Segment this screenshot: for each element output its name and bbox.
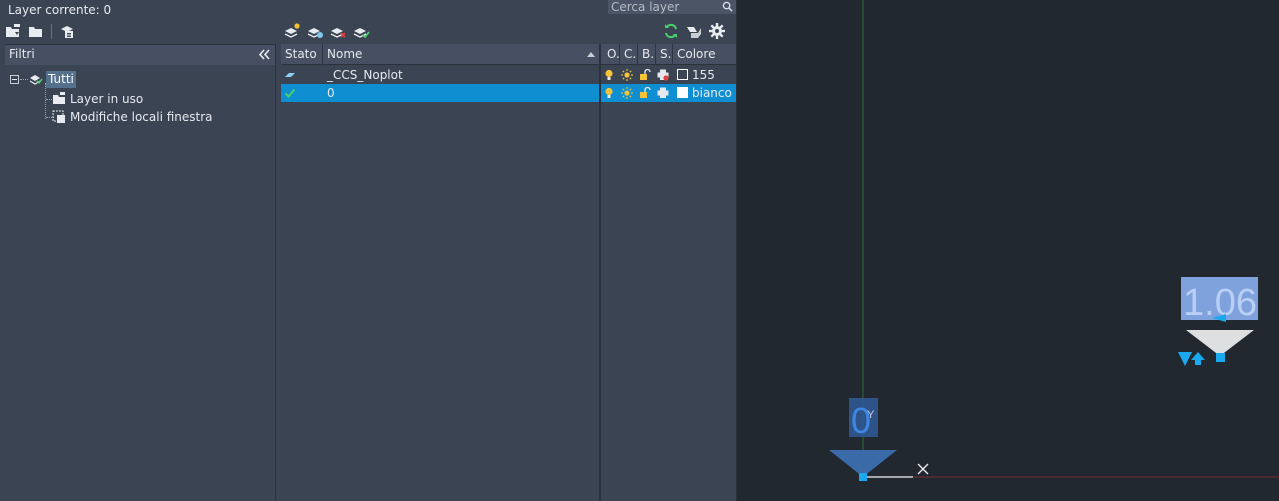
ucs-x-mark bbox=[917, 463, 929, 475]
new-group-filter-icon[interactable] bbox=[27, 22, 45, 40]
settings-gear-icon[interactable] bbox=[708, 22, 726, 40]
grid-header: Stato Nome O. C. B. S. Colore bbox=[281, 44, 736, 65]
layer-toolbar bbox=[283, 22, 373, 42]
lightbulb-on-icon[interactable] bbox=[603, 87, 615, 99]
layer-translator-icon[interactable] bbox=[685, 22, 703, 40]
layer-status-icon bbox=[285, 73, 295, 77]
tree-label: Modifiche locali finestra bbox=[70, 110, 213, 124]
marker-a-triangle bbox=[829, 450, 897, 477]
layer-name[interactable]: 0 bbox=[323, 84, 601, 102]
current-layer-check-icon bbox=[284, 88, 296, 98]
toolbar-separator bbox=[51, 24, 52, 39]
new-layer-icon[interactable] bbox=[283, 22, 301, 40]
refresh-icon[interactable] bbox=[662, 22, 680, 40]
column-nome-label: Nome bbox=[327, 47, 363, 61]
filters-title: Filtri bbox=[9, 47, 35, 61]
tree-connector bbox=[20, 79, 28, 80]
search-placeholder: Cerca layer bbox=[611, 0, 680, 14]
no-plot-printer-icon[interactable] bbox=[657, 69, 669, 81]
pane-splitter[interactable] bbox=[599, 44, 601, 501]
column-nome[interactable]: Nome bbox=[323, 44, 601, 65]
color-name: 155 bbox=[692, 68, 715, 82]
column-freeze[interactable]: C. bbox=[620, 44, 638, 65]
layer-color[interactable]: bianco bbox=[673, 84, 736, 102]
filters-pane: Filtri Tutti Layer in uso Modifiche loca… bbox=[5, 44, 276, 501]
color-swatch bbox=[677, 87, 688, 98]
lightbulb-on-icon[interactable] bbox=[603, 69, 615, 81]
column-colore[interactable]: Colore bbox=[673, 44, 736, 65]
marker-b-grip[interactable] bbox=[1216, 353, 1225, 362]
tree-label: Tutti bbox=[46, 71, 76, 88]
layer-states-manager-icon[interactable] bbox=[58, 22, 76, 40]
sun-thawed-icon[interactable] bbox=[621, 69, 633, 81]
flip-grip-up[interactable] bbox=[1191, 352, 1205, 365]
layer-color[interactable]: 155 bbox=[673, 66, 736, 84]
printer-icon[interactable] bbox=[657, 87, 669, 99]
unlock-icon[interactable] bbox=[639, 69, 651, 81]
drawing-canvas[interactable]: 0 Y 1.06 bbox=[738, 0, 1279, 501]
used-layers-filter-icon bbox=[53, 92, 65, 104]
unlock-icon[interactable] bbox=[639, 87, 651, 99]
filters-header: Filtri bbox=[5, 45, 275, 65]
column-stato[interactable]: Stato bbox=[281, 44, 323, 65]
search-layer-input[interactable]: Cerca layer bbox=[608, 0, 736, 14]
column-plot[interactable]: S. bbox=[656, 44, 673, 65]
layer-name[interactable]: _CCS_Noplot bbox=[323, 66, 601, 84]
column-lock[interactable]: B. bbox=[638, 44, 656, 65]
column-on[interactable]: O. bbox=[603, 44, 620, 65]
layer-properties-panel: Layer corrente: 0 Cerca layer Filtri Tut… bbox=[0, 0, 737, 501]
marker-b-triangle bbox=[1186, 330, 1254, 356]
flip-grip-down[interactable] bbox=[1178, 352, 1192, 366]
tree-label: Layer in uso bbox=[70, 92, 144, 106]
tree-connector bbox=[45, 83, 46, 119]
delete-layer-icon[interactable] bbox=[329, 22, 347, 40]
ucs-y-label: Y bbox=[867, 409, 875, 421]
layer-row[interactable]: _CCS_Noplot 155 bbox=[281, 66, 736, 84]
set-current-layer-icon[interactable] bbox=[352, 22, 370, 40]
sort-ascending-icon bbox=[587, 52, 595, 57]
layer-list-grid: Stato Nome O. C. B. S. Colore _CCS_Noplo… bbox=[281, 44, 736, 501]
filter-toolbar bbox=[4, 22, 84, 42]
collapse-pane-icon[interactable] bbox=[258, 48, 271, 61]
new-property-filter-icon[interactable] bbox=[4, 22, 22, 40]
current-layer-title: Layer corrente: 0 bbox=[8, 3, 112, 17]
sun-thawed-icon[interactable] bbox=[621, 87, 633, 99]
model-space-svg: 0 Y 1.06 bbox=[829, 0, 1279, 481]
new-layer-vp-frozen-icon[interactable] bbox=[306, 22, 324, 40]
viewport-overrides-filter-icon bbox=[52, 110, 65, 123]
panel-tools bbox=[662, 22, 732, 42]
tree-collapse-toggle-icon[interactable] bbox=[10, 75, 19, 84]
marker-a-grip[interactable] bbox=[859, 473, 867, 481]
search-icon[interactable] bbox=[722, 1, 733, 12]
layer-row-selected[interactable]: 0 bianco bbox=[281, 84, 736, 102]
color-name: bianco bbox=[692, 86, 732, 100]
color-swatch bbox=[677, 69, 688, 80]
all-filter-icon bbox=[29, 75, 43, 85]
